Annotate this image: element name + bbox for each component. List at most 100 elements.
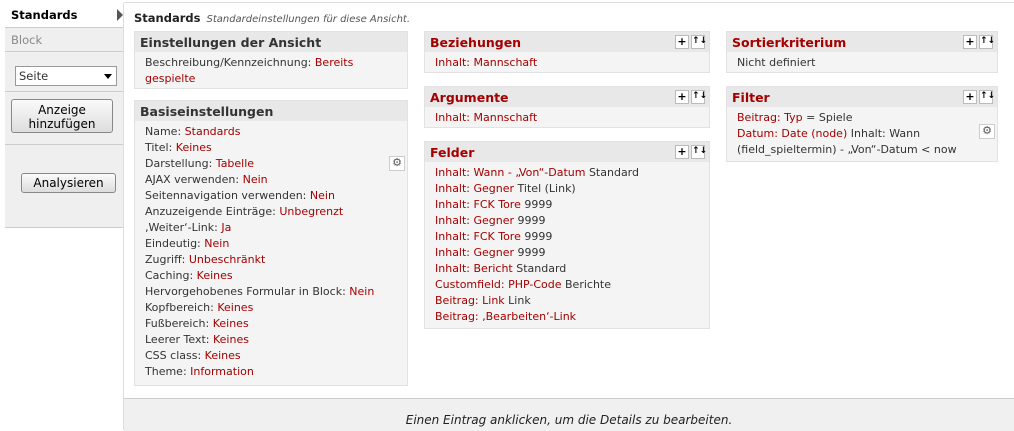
settings-value-link[interactable]: Ja <box>221 221 231 234</box>
settings-value-link[interactable]: Nein <box>349 285 374 298</box>
sort-icon[interactable]: ↑↓ <box>691 90 707 104</box>
view-settings-header: Einstellungen der Ansicht <box>135 32 407 52</box>
settings-value-link[interactable]: Unbeschränkt <box>189 253 265 266</box>
settings-value-link[interactable]: Nein <box>243 173 268 186</box>
filter-value: Inhalt: Wann <box>850 127 921 140</box>
add-icon[interactable]: + <box>675 35 689 49</box>
view-settings-panel: Einstellungen der Ansicht Beschreibung/K… <box>134 31 408 89</box>
settings-value-link[interactable]: Keines <box>205 349 241 362</box>
field-link[interactable]: Inhalt: Gegner <box>435 214 514 227</box>
display-subtitle: Standardeinstellungen für diese Ansicht. <box>206 14 411 25</box>
field-item: Inhalt: FCK Tore 9999 <box>435 229 701 245</box>
sort-panel: Sortierkriterium + ↑↓ Nicht definiert <box>726 31 998 73</box>
divider <box>123 3 124 430</box>
footer-hint: Einen Eintrag anklicken, um die Details … <box>405 413 733 427</box>
page-title: Standards Standardeinstellungen für diese… <box>134 11 410 25</box>
settings-row: AJAX verwenden: Nein <box>145 172 399 188</box>
filter-header: Filter + ↑↓ <box>727 87 997 107</box>
add-icon[interactable]: + <box>675 90 689 104</box>
settings-value-link[interactable]: Keines <box>213 317 249 330</box>
settings-row: Titel: Keines <box>145 140 399 156</box>
settings-key: Caching: <box>145 269 194 282</box>
settings-row: Name: Standards <box>145 124 399 140</box>
arguments-panel: Argumente + ↑↓ Inhalt: Mannschaft <box>424 86 710 128</box>
settings-key: Zugriff: <box>145 253 186 266</box>
settings-key: Titel: <box>145 141 173 154</box>
settings-value-link[interactable]: Keines <box>176 141 212 154</box>
settings-key: Anzuzeigende Einträge: <box>145 205 276 218</box>
filter-value: = Spiele <box>806 111 853 124</box>
relationship-link[interactable]: Inhalt: Mannschaft <box>435 56 537 69</box>
field-link[interactable]: Inhalt: Wann - „Von“-Datum <box>435 166 585 179</box>
filter-link[interactable]: Beitrag: Typ <box>737 111 803 124</box>
settings-value-link[interactable]: Unbegrenzt <box>279 205 343 218</box>
tab-block[interactable]: Block <box>5 28 123 52</box>
field-link[interactable]: Customfield: PHP-Code <box>435 278 562 291</box>
add-display-button[interactable]: Anzeige hinzufügen <box>11 99 113 133</box>
settings-key: Seitennavigation verwenden: <box>145 189 307 202</box>
field-link[interactable]: Inhalt: Bericht <box>435 262 513 275</box>
description-key: Beschreibung/Kennzeichnung: <box>145 56 312 69</box>
display-type-value: Seite <box>19 69 49 83</box>
sort-icon[interactable]: ↑↓ <box>979 90 995 104</box>
sort-icon[interactable]: ↑↓ <box>691 145 707 159</box>
field-format: 9999 <box>517 214 546 227</box>
field-link[interactable]: Inhalt: Gegner <box>435 182 514 195</box>
settings-row: Seitennavigation verwenden: Nein <box>145 188 399 204</box>
settings-key: Name: <box>145 125 182 138</box>
settings-row: Caching: Keines <box>145 268 399 284</box>
field-link[interactable]: Inhalt: Gegner <box>435 246 514 259</box>
add-icon[interactable]: + <box>963 35 977 49</box>
settings-row: Hervorgehobenes Formular in Block: Nein <box>145 284 399 300</box>
field-link[interactable]: Inhalt: FCK Tore <box>435 230 521 243</box>
settings-value-link[interactable]: Information <box>190 365 254 378</box>
filter-panel: Filter + ↑↓ Beitrag: Typ = Spiele Datum:… <box>726 86 998 162</box>
analyze-button[interactable]: Analysieren <box>21 173 116 193</box>
top-rule <box>124 2 1014 3</box>
display-tabs: Standards Block Seite Anzeige hinzufügen… <box>5 3 123 228</box>
argument-link[interactable]: Inhalt: Mannschaft <box>435 111 537 124</box>
field-item: Inhalt: Wann - „Von“-Datum Standard <box>435 165 701 181</box>
field-format: 9999 <box>517 246 546 259</box>
settings-value-link[interactable]: Keines <box>217 301 253 314</box>
field-link[interactable]: Beitrag: Link <box>435 294 505 307</box>
field-link[interactable]: Inhalt: FCK Tore <box>435 198 521 211</box>
add-icon[interactable]: + <box>675 145 689 159</box>
settings-key: CSS class: <box>145 349 202 362</box>
arguments-header: Argumente + ↑↓ <box>425 87 709 107</box>
display-type-select[interactable]: Seite <box>15 66 117 86</box>
settings-value-link[interactable]: Nein <box>310 189 335 202</box>
settings-key: Kopfbereich: <box>145 301 214 314</box>
settings-key: Darstellung: <box>145 157 213 170</box>
sort-icon[interactable]: ↑↓ <box>979 35 995 49</box>
settings-key: Leerer Text: <box>145 333 210 346</box>
arrow-right-icon <box>117 9 123 21</box>
settings-value-link[interactable]: Standards <box>185 125 241 138</box>
filter-item: Beitrag: Typ = Spiele <box>737 110 989 126</box>
settings-value-link[interactable]: Keines <box>197 269 233 282</box>
settings-row: Theme: Information <box>145 364 399 380</box>
field-link[interactable]: Beitrag: ‚Bearbeiten‘-Link <box>435 310 576 323</box>
tab-standards[interactable]: Standards <box>5 3 123 28</box>
gear-icon[interactable]: ⚙ <box>389 156 405 171</box>
gear-icon[interactable]: ⚙ <box>979 124 995 139</box>
chevron-down-icon <box>104 74 112 79</box>
settings-value-link[interactable]: Nein <box>204 237 229 250</box>
settings-value-link[interactable]: Keines <box>213 333 249 346</box>
sort-empty-text: Nicht definiert <box>737 56 816 69</box>
panel-title: Einstellungen der Ansicht <box>140 35 322 50</box>
field-item: Inhalt: Bericht Standard <box>435 261 701 277</box>
settings-row: Anzuzeigende Einträge: Unbegrenzt <box>145 204 399 220</box>
panel-title: Argumente <box>430 90 509 105</box>
add-icon[interactable]: + <box>963 90 977 104</box>
filter-link[interactable]: Datum: Date (node) <box>737 127 847 140</box>
fields-panel: Felder + ↑↓ Inhalt: Wann - „Von“-Datum S… <box>424 141 710 329</box>
filter-body: Beitrag: Typ = Spiele Datum: Date (node)… <box>727 107 997 162</box>
settings-value-link[interactable]: Tabelle <box>216 157 254 170</box>
sort-body: Nicht definiert <box>727 52 997 75</box>
settings-key: Eindeutig: <box>145 237 201 250</box>
settings-row: Kopfbereich: Keines <box>145 300 399 316</box>
sort-icon[interactable]: ↑↓ <box>691 35 707 49</box>
fields-header: Felder + ↑↓ <box>425 142 709 162</box>
field-item: Inhalt: FCK Tore 9999 <box>435 197 701 213</box>
